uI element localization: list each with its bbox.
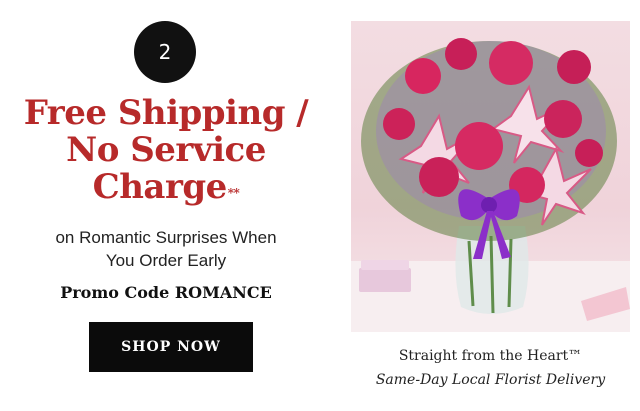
- promo-subtext: on Romantic Surprises When You Order Ear…: [0, 226, 332, 272]
- subtext-line-2: You Order Early: [105, 251, 227, 270]
- subtext-line-1: on Romantic Surprises When: [55, 228, 277, 247]
- headline-line-3: Charge**: [0, 169, 332, 206]
- step-number-badge: 2: [134, 21, 196, 83]
- product-title[interactable]: Straight from the Heart™: [351, 348, 630, 364]
- flower-bouquet-image: [351, 38, 630, 332]
- headline-line-1: Free Shipping /: [23, 93, 309, 133]
- product-subtitle: Same-Day Local Florist Delivery: [375, 372, 606, 388]
- promo-panel: 2 Free Shipping / No Service Charge** on…: [0, 0, 340, 411]
- promo-headline: Free Shipping / No Service Charge**: [0, 95, 332, 206]
- promo-code: Promo Code ROMANCE: [60, 283, 272, 302]
- shop-now-button[interactable]: SHOP NOW: [89, 322, 253, 372]
- headline-line-3-text: Charge: [92, 167, 228, 207]
- footnote-mark: **: [227, 186, 240, 200]
- headline-line-2: No Service: [66, 130, 266, 170]
- product-image[interactable]: [351, 21, 630, 332]
- step-number: 2: [158, 40, 172, 64]
